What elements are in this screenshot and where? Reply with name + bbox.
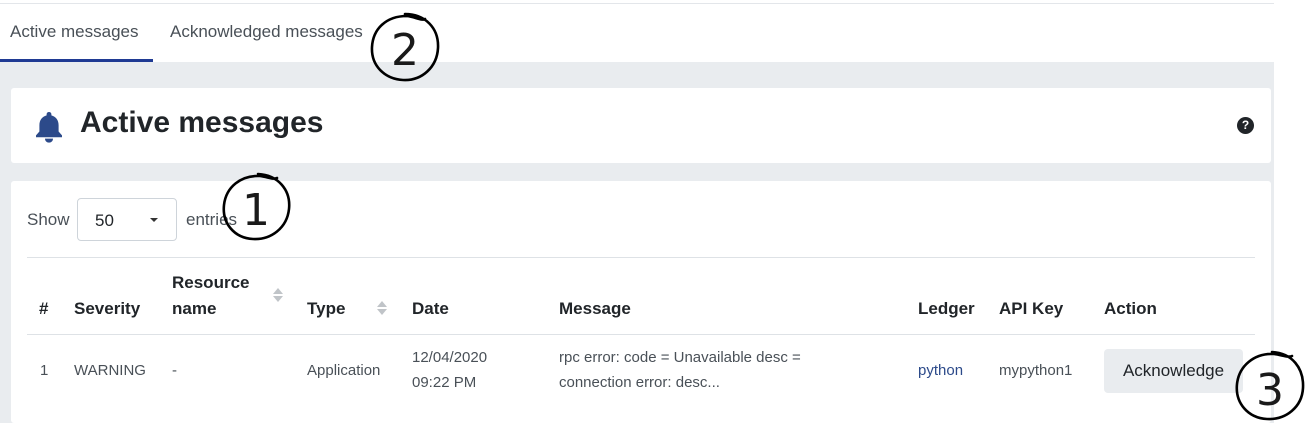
cell-message-line1: rpc error: code = Unavailable desc = [559,349,801,366]
cell-message-line2: connection error: desc... [559,374,720,391]
tab-acknowledged-messages[interactable]: Acknowledged messages [170,4,363,62]
cell-type: Application [307,362,381,379]
bell-icon [33,110,65,149]
column-header-number: # [39,299,49,318]
column-header-api-key[interactable]: API Key [999,296,1063,322]
page-title: Active messages [80,106,324,139]
caret-down-icon [150,218,158,222]
entries-per-page-select[interactable]: 50 [77,198,177,241]
column-header-resource-line1: Resource [172,273,250,292]
sort-up-icon [273,288,283,294]
cell-severity: WARNING [74,362,146,379]
tab-active-messages[interactable]: Active messages [0,4,153,62]
column-header-resource-line2: name [172,299,217,318]
cell-api-key: mypython1 [999,362,1073,379]
column-header-message[interactable]: Message [559,296,631,322]
tab-active-messages-label: Active messages [10,22,139,41]
acknowledge-button[interactable]: Acknowledge [1104,349,1243,393]
column-header-type-label: Type [307,299,346,318]
annotation-marker-3: 3 [1235,350,1305,421]
entries-per-page-value: 50 [95,211,114,230]
tab-acknowledged-messages-label: Acknowledged messages [170,22,363,41]
show-label: Show [27,210,70,229]
sort-down-icon [273,296,283,302]
cell-time: 09:22 PM [412,374,477,391]
cell-ledger-link[interactable]: python [918,359,963,383]
column-header-ledger[interactable]: Ledger [918,296,975,322]
annotation-marker-2-label: 2 [391,25,419,76]
sort-up-icon [377,301,387,307]
tab-bar: Active messages Acknowledged messages [0,4,1274,62]
cell-resource-name: - [172,362,177,379]
annotation-marker-2: 2 [370,12,440,82]
cell-number: 1 [40,362,49,379]
column-header-action: Action [1104,299,1157,318]
messages-table-card: Show 50 entries # Severity Resource name… [11,181,1271,423]
sort-down-icon [377,309,387,315]
column-header-severity[interactable]: Severity [74,296,140,322]
table-top-divider [27,257,1255,258]
column-header-date[interactable]: Date [412,296,449,322]
cell-date: 12/04/2020 [412,349,488,366]
annotation-marker-1: 1 [222,172,291,241]
page-header-card: Active messages ? [11,88,1271,163]
annotation-marker-3-label: 3 [1256,365,1284,416]
annotation-marker-1-label: 1 [242,185,270,236]
table-header-divider [27,334,1255,335]
question-circle-icon[interactable]: ? [1237,117,1254,134]
